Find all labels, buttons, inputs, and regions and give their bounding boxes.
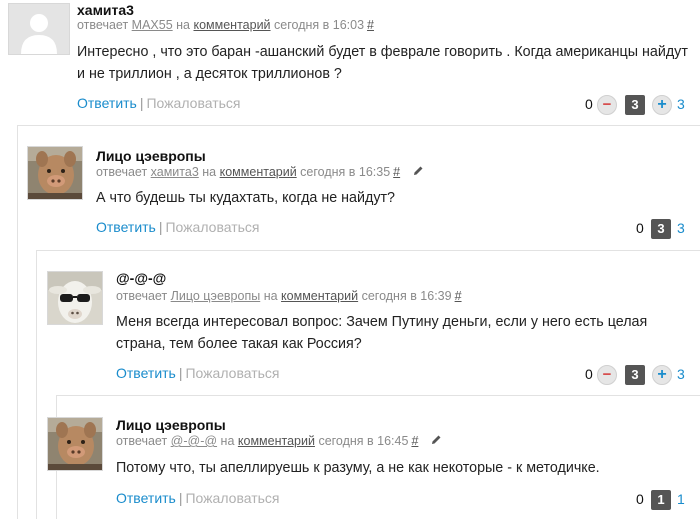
comment-actions: Ответить | Пожаловаться bbox=[96, 219, 260, 235]
votes-up-count[interactable]: 3 bbox=[677, 366, 685, 382]
comment-link[interactable]: комментарий bbox=[281, 289, 358, 303]
reply-button[interactable]: Ответить bbox=[77, 95, 137, 111]
report-button[interactable]: Пожаловаться bbox=[185, 490, 279, 506]
comment-text: Потому что, ты апеллируешь к разуму, а н… bbox=[116, 460, 600, 476]
comment: хамита3 отвечает MAX55 на комментарий се… bbox=[0, 0, 700, 125]
comment-actions: Ответить | Пожаловаться bbox=[116, 365, 280, 381]
comment-author[interactable]: Лицо цэевропы bbox=[96, 148, 206, 164]
vote-up-button[interactable]: + bbox=[652, 95, 672, 115]
vote-widget: 0 − 3 + 3 bbox=[585, 95, 700, 115]
vote-widget: 0 − 3 + 3 bbox=[585, 365, 700, 385]
vote-down-button[interactable]: − bbox=[597, 95, 617, 115]
separator: | bbox=[178, 365, 183, 381]
pencil-icon[interactable] bbox=[430, 434, 442, 449]
comment-text: А что будешь ты кудахтать, когда не найд… bbox=[96, 190, 395, 206]
replies-label: отвечает bbox=[96, 165, 148, 179]
comment-time: сегодня в 16:35 bbox=[300, 165, 391, 179]
comment: Лицо цэевропы отвечает хамита3 на коммен… bbox=[0, 125, 700, 250]
replies-label: отвечает bbox=[116, 434, 168, 448]
comment-time: сегодня в 16:39 bbox=[361, 289, 452, 303]
votes-up-count[interactable]: 3 bbox=[677, 220, 685, 236]
comment-link[interactable]: комментарий bbox=[193, 18, 270, 32]
pig-face-avatar[interactable] bbox=[47, 417, 103, 471]
report-button[interactable]: Пожаловаться bbox=[165, 219, 259, 235]
default-user-avatar[interactable] bbox=[8, 3, 70, 55]
reply-button[interactable]: Ответить bbox=[96, 219, 156, 235]
comment-time: сегодня в 16:03 bbox=[274, 18, 365, 32]
replies-label: отвечает bbox=[116, 289, 168, 303]
votes-down-count: 0 bbox=[585, 366, 593, 382]
comment-meta: отвечает хамита3 на комментарий сегодня … bbox=[96, 165, 424, 180]
comment-text: Меня всегда интересовал вопрос: Зачем Пу… bbox=[116, 314, 648, 352]
comment-author[interactable]: @-@-@ bbox=[116, 270, 166, 286]
reply-to-link[interactable]: Лицо цэевропы bbox=[171, 289, 261, 303]
comment-text: Интересно , что это баран -ашанский буде… bbox=[77, 44, 688, 82]
on-label: на bbox=[263, 289, 278, 303]
separator: | bbox=[139, 95, 144, 111]
report-button[interactable]: Пожаловаться bbox=[185, 365, 279, 381]
vote-widget: 0 3 3 bbox=[636, 219, 700, 239]
reply-button[interactable]: Ответить bbox=[116, 490, 176, 506]
votes-up-count[interactable]: 1 bbox=[677, 491, 685, 507]
separator: | bbox=[158, 219, 163, 235]
reply-to-link[interactable]: хамита3 bbox=[151, 165, 199, 179]
comment-score: 3 bbox=[651, 219, 671, 239]
reply-button[interactable]: Ответить bbox=[116, 365, 176, 381]
permalink[interactable]: # bbox=[455, 289, 462, 303]
pig-face-avatar[interactable] bbox=[27, 146, 83, 200]
on-label: на bbox=[202, 165, 217, 179]
votes-down-count: 0 bbox=[636, 220, 644, 236]
comment-author[interactable]: Лицо цэевропы bbox=[116, 417, 226, 433]
comment-time: сегодня в 16:45 bbox=[318, 434, 409, 448]
comment-score: 1 bbox=[651, 490, 671, 510]
comment-meta: отвечает @-@-@ на комментарий сегодня в … bbox=[116, 434, 442, 449]
comment-author[interactable]: хамита3 bbox=[77, 2, 134, 18]
comment-actions: Ответить | Пожаловаться bbox=[116, 490, 280, 506]
permalink[interactable]: # bbox=[393, 165, 400, 179]
comment: Лицо цэевропы отвечает @-@-@ на коммента… bbox=[0, 395, 700, 519]
vote-up-button[interactable]: + bbox=[652, 365, 672, 385]
comment-meta: отвечает Лицо цэевропы на комментарий се… bbox=[116, 289, 462, 303]
pencil-icon[interactable] bbox=[412, 165, 424, 180]
comment-actions: Ответить | Пожаловаться bbox=[77, 95, 241, 111]
comment-score: 3 bbox=[625, 95, 645, 115]
votes-up-count[interactable]: 3 bbox=[677, 96, 685, 112]
permalink[interactable]: # bbox=[367, 18, 374, 32]
separator: | bbox=[178, 490, 183, 506]
votes-down-count: 0 bbox=[585, 96, 593, 112]
reply-to-link[interactable]: MAX55 bbox=[132, 18, 173, 32]
comment-meta: отвечает MAX55 на комментарий сегодня в … bbox=[77, 18, 374, 32]
vote-down-button[interactable]: − bbox=[597, 365, 617, 385]
report-button[interactable]: Пожаловаться bbox=[146, 95, 240, 111]
votes-down-count: 0 bbox=[636, 491, 644, 507]
comment-link[interactable]: комментарий bbox=[220, 165, 297, 179]
on-label: на bbox=[176, 18, 190, 32]
comment: @-@-@ отвечает Лицо цэевропы на коммента… bbox=[0, 250, 700, 395]
reply-to-link[interactable]: @-@-@ bbox=[171, 434, 217, 448]
comment-score: 3 bbox=[625, 365, 645, 385]
on-label: на bbox=[220, 434, 235, 448]
vote-widget: 0 1 1 bbox=[636, 490, 700, 510]
goat-sunglasses-avatar[interactable] bbox=[47, 271, 103, 325]
comment-link[interactable]: комментарий bbox=[238, 434, 315, 448]
permalink[interactable]: # bbox=[411, 434, 418, 448]
replies-label: отвечает bbox=[77, 18, 129, 32]
